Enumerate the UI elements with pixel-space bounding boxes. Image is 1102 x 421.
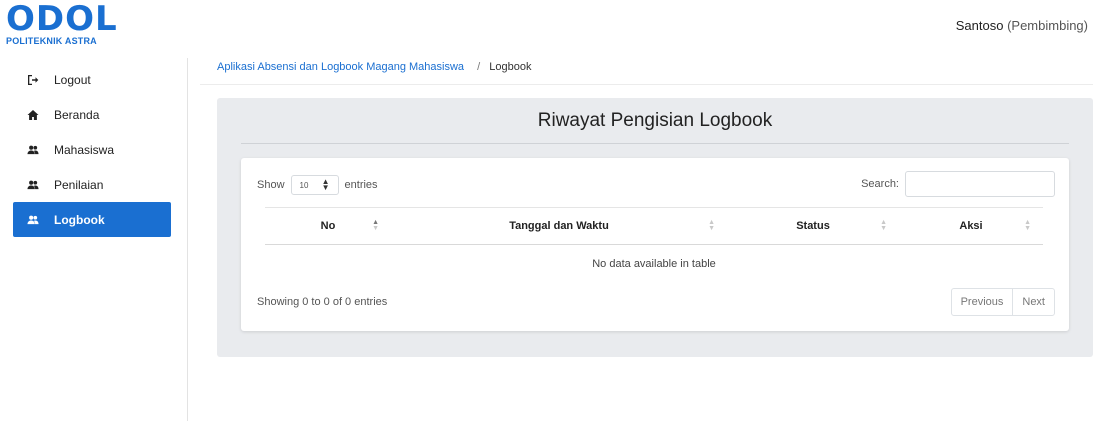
sort-icon: ▲ ▼ [1024,219,1031,232]
table-card: Show 10 ▲ ▼ entries Search: No ▲ ▼ Tanggal… [241,158,1069,331]
table-header: No ▲ ▼ Tanggal dan Waktu ▲ ▼ Status ▲ ▼ Aks… [265,208,1043,245]
app-logo[interactable]: ODOL POLITEKNIK ASTRA [6,0,118,46]
user-role: (Pembimbing) [1007,18,1088,33]
sidebar-item-logout[interactable]: Logout [13,62,171,97]
breadcrumb-divider [200,84,1093,85]
logo-text: ODOL [6,0,118,39]
sidebar-item-label: Mahasiswa [54,142,115,157]
logout-icon [27,74,39,86]
logbook-table: No ▲ ▼ Tanggal dan Waktu ▲ ▼ Status ▲ ▼ Aks… [265,207,1043,283]
sidebar-item-penilaian[interactable]: Penilaian [13,167,171,202]
sidebar-item-logbook[interactable]: Logbook [13,202,171,237]
length-prefix: Show [257,179,285,191]
column-header-aksi[interactable]: Aksi ▲ ▼ [899,208,1043,244]
column-header-tanggal[interactable]: Tanggal dan Waktu ▲ ▼ [391,208,727,244]
sidebar-item-label: Penilaian [54,177,104,192]
column-header-status[interactable]: Status ▲ ▼ [727,208,899,244]
length-suffix: entries [344,179,378,191]
sort-icon: ▲ ▼ [372,219,379,232]
search-control: Search: [861,171,1055,197]
sidebar-item-beranda[interactable]: Beranda [13,97,171,132]
breadcrumb: Aplikasi Absensi dan Logbook Magang Maha… [217,61,531,73]
previous-button[interactable]: Previous [952,289,1013,315]
next-button[interactable]: Next [1012,289,1054,315]
sort-icon: ▲ ▼ [880,219,887,232]
table-info: Showing 0 to 0 of 0 entries [257,296,388,308]
pagination: Previous Next [950,288,1055,316]
breadcrumb-separator: / [477,61,481,73]
sidebar: Logout Beranda Mahasiswa Penilaian Logbo… [13,62,171,237]
title-divider [241,143,1069,144]
sidebar-item-label: Logbook [54,212,105,227]
home-icon [27,109,39,121]
breadcrumb-current: Logbook [489,61,532,73]
select-caret-icon: ▲ ▼ [321,177,330,192]
logbook-panel: Riwayat Pengisian Logbook Show 10 ▲ ▼ ent… [217,98,1093,357]
sidebar-divider [187,58,188,421]
users-icon [27,144,39,156]
entries-length-control: Show 10 ▲ ▼ entries [257,175,378,195]
entries-select[interactable]: 10 ▲ ▼ [290,175,339,195]
sidebar-item-mahasiswa[interactable]: Mahasiswa [13,132,171,167]
user-info[interactable]: Santoso (Pembimbing) [956,18,1088,33]
user-name: Santoso [955,18,1004,33]
table-empty-message: No data available in table [592,258,716,270]
page-title: Riwayat Pengisian Logbook [537,110,773,131]
search-input[interactable] [905,171,1055,197]
column-header-no[interactable]: No ▲ ▼ [265,208,391,244]
sidebar-item-label: Logout [54,72,91,87]
search-label: Search: [861,178,899,190]
entries-select-value: 10 [299,180,309,190]
breadcrumb-home-link[interactable]: Aplikasi Absensi dan Logbook Magang Maha… [217,61,464,73]
column-label: Tanggal dan Waktu [509,220,609,232]
sidebar-item-label: Beranda [54,107,100,122]
column-label: Aksi [959,220,983,232]
users-icon [27,179,39,191]
column-label: Status [796,220,830,232]
sort-icon: ▲ ▼ [708,219,715,232]
column-label: No [320,220,336,232]
users-icon [27,214,39,226]
